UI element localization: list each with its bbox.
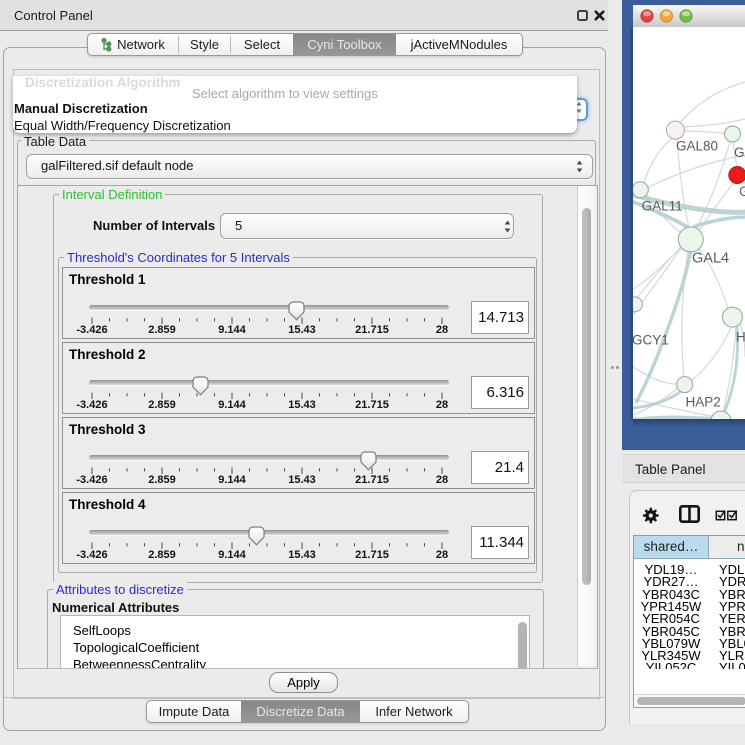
- svg-text:GA: GA: [734, 145, 745, 160]
- svg-text:GAL4: GAL4: [692, 251, 729, 267]
- svg-text:HAP2: HAP2: [686, 395, 721, 410]
- svg-text:H: H: [736, 330, 745, 345]
- svg-text:G: G: [739, 184, 745, 199]
- svg-text:GCY1: GCY1: [633, 332, 669, 347]
- svg-text:GAL80: GAL80: [676, 139, 718, 154]
- svg-text:GAL11: GAL11: [642, 199, 683, 214]
